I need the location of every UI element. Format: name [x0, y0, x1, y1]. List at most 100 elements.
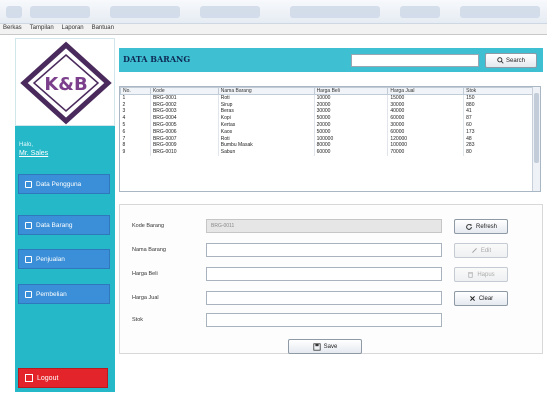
toolbar-group: [110, 6, 180, 18]
main-panel: DATA BARANG Search No. Kode Nama Barang …: [115, 38, 547, 392]
table-row[interactable]: 3 BRG-0003 Beras 30000 40000 41: [120, 108, 534, 115]
scroll-thumb[interactable]: [534, 93, 539, 163]
menu-item[interactable]: Bantuan: [89, 24, 117, 32]
column-header[interactable]: No.: [120, 87, 151, 95]
table-cell: 10000: [314, 94, 389, 102]
table-cell: Kertas: [218, 121, 315, 129]
kode-barang-label: Kode Barang: [132, 223, 165, 229]
table-cell: 60000: [387, 128, 465, 136]
delete-button[interactable]: Hapus: [454, 267, 508, 282]
table-cell: BRG-0005: [150, 121, 219, 129]
table-row[interactable]: 7 BRG-0007 Roti 100000 120000 48: [120, 135, 534, 143]
nav-pembelian-button[interactable]: Pembelian: [18, 284, 110, 304]
nav-data-pengguna-button[interactable]: Data Pengguna: [18, 174, 110, 194]
table-cell: 6: [120, 128, 151, 136]
search-input[interactable]: [351, 54, 479, 67]
table-cell: 100000: [387, 142, 465, 149]
column-header[interactable]: Kode: [149, 87, 219, 95]
table-cell: 2: [120, 101, 151, 109]
clear-button[interactable]: Clear: [454, 291, 508, 306]
refresh-button[interactable]: Refresh: [454, 219, 508, 234]
nav-label: Penjualan: [36, 255, 65, 263]
table-cell: 48: [463, 135, 534, 143]
menu-item[interactable]: Tampilan: [27, 24, 57, 32]
logout-label: Logout: [37, 374, 59, 382]
table-cell: 50000: [314, 128, 389, 136]
table-row[interactable]: 2 BRG-0002 Sirup 20000 30000 880: [120, 101, 534, 109]
table-cell: 87: [463, 114, 534, 122]
table-cell: BRG-0001: [150, 94, 219, 102]
stok-label: Stok: [132, 317, 144, 323]
column-header[interactable]: Harga Beli: [313, 87, 389, 95]
table-cell: 173: [463, 128, 534, 136]
table-cell: Roti: [218, 94, 315, 102]
stok-field[interactable]: [206, 313, 442, 327]
table-cell: 120000: [387, 135, 465, 143]
table-cell: 8: [120, 142, 151, 149]
save-label: Save: [323, 343, 338, 350]
table-scrollbar[interactable]: [532, 87, 540, 191]
table-cell: BRG-0007: [150, 135, 219, 143]
table-cell: 80: [463, 148, 534, 156]
nav-label: Pembelian: [36, 290, 67, 298]
table-cell: BRG-0006: [150, 128, 219, 136]
table-row[interactable]: 9 BRG-0010 Sabun 60000 70000 80: [120, 148, 534, 156]
menu-item[interactable]: Laporan: [59, 24, 87, 32]
nama-barang-field[interactable]: [206, 243, 442, 257]
toolbar-group: [200, 6, 260, 18]
nav-label: Data Pengguna: [36, 180, 82, 188]
table-cell: 60000: [314, 148, 389, 156]
table-cell: 5: [120, 121, 151, 129]
table-cell: 50000: [314, 114, 389, 122]
table-cell: 60: [463, 121, 534, 129]
user-name-link[interactable]: Mr. Sales: [19, 150, 48, 157]
table-cell: 80000: [314, 142, 389, 149]
menubar: Berkas Tampilan Laporan Bantuan: [0, 24, 547, 35]
table-cell: 15000: [387, 94, 465, 102]
nav-penjualan-button[interactable]: Penjualan: [18, 249, 110, 269]
table-row[interactable]: 1 BRG-0001 Roti 10000 15000 150: [120, 94, 534, 102]
nav-data-barang-button[interactable]: Data Barang: [18, 215, 110, 235]
search-icon: [497, 57, 504, 64]
harga-jual-field[interactable]: [206, 291, 442, 305]
app-icon: [6, 6, 22, 18]
table-cell: 30000: [387, 101, 465, 109]
menu-item[interactable]: Berkas: [0, 24, 25, 32]
close-icon: [469, 296, 475, 301]
table-cell: Bumbu Masak: [218, 142, 315, 149]
logo-text: K&B: [44, 74, 87, 95]
table-cell: Kopi: [218, 114, 315, 122]
table-cell: BRG-0003: [150, 108, 219, 115]
table-cell: Roti: [218, 135, 315, 143]
search-button[interactable]: Search: [485, 53, 537, 68]
harga-jual-label: Harga Jual: [132, 295, 159, 301]
table-row[interactable]: 5 BRG-0005 Kertas 20000 30000 60: [120, 121, 534, 129]
table-cell: 3: [120, 108, 151, 115]
table-cell: BRG-0010: [150, 148, 219, 156]
table-cell: 7: [120, 135, 151, 143]
table-cell: 30000: [387, 121, 465, 129]
table-cell: 1: [120, 94, 151, 102]
column-header[interactable]: Stok: [463, 87, 534, 95]
logout-button[interactable]: Logout: [18, 368, 108, 388]
table-cell: 60000: [387, 114, 465, 122]
table-header-row: No. Kode Nama Barang Harga Beli Harga Ju…: [120, 87, 534, 95]
table-cell: 4: [120, 114, 151, 122]
table-cell: BRG-0004: [150, 114, 219, 122]
box-icon: [25, 221, 32, 229]
edit-button[interactable]: Edit: [454, 243, 508, 258]
table-row[interactable]: 6 BRG-0006 Kaos 50000 60000 173: [120, 128, 534, 136]
barang-table: No. Kode Nama Barang Harga Beli Harga Ju…: [119, 86, 541, 192]
column-header[interactable]: Harga Jual: [387, 87, 465, 95]
harga-beli-field[interactable]: [206, 267, 442, 281]
table-cell: BRG-0009: [150, 142, 219, 149]
table-cell: Beras: [218, 108, 315, 115]
table-row[interactable]: 4 BRG-0004 Kopi 50000 60000 87: [120, 114, 534, 122]
table-row[interactable]: 8 BRG-0009 Bumbu Masak 80000 100000 283: [120, 142, 534, 149]
item-form: Kode Barang BRG-0011 Nama Barang Harga B…: [119, 204, 543, 354]
cart-icon: [25, 255, 32, 263]
edit-label: Edit: [480, 247, 492, 254]
column-header[interactable]: Nama Barang: [217, 87, 315, 95]
clear-label: Clear: [478, 295, 494, 302]
save-button[interactable]: Save: [288, 339, 362, 354]
